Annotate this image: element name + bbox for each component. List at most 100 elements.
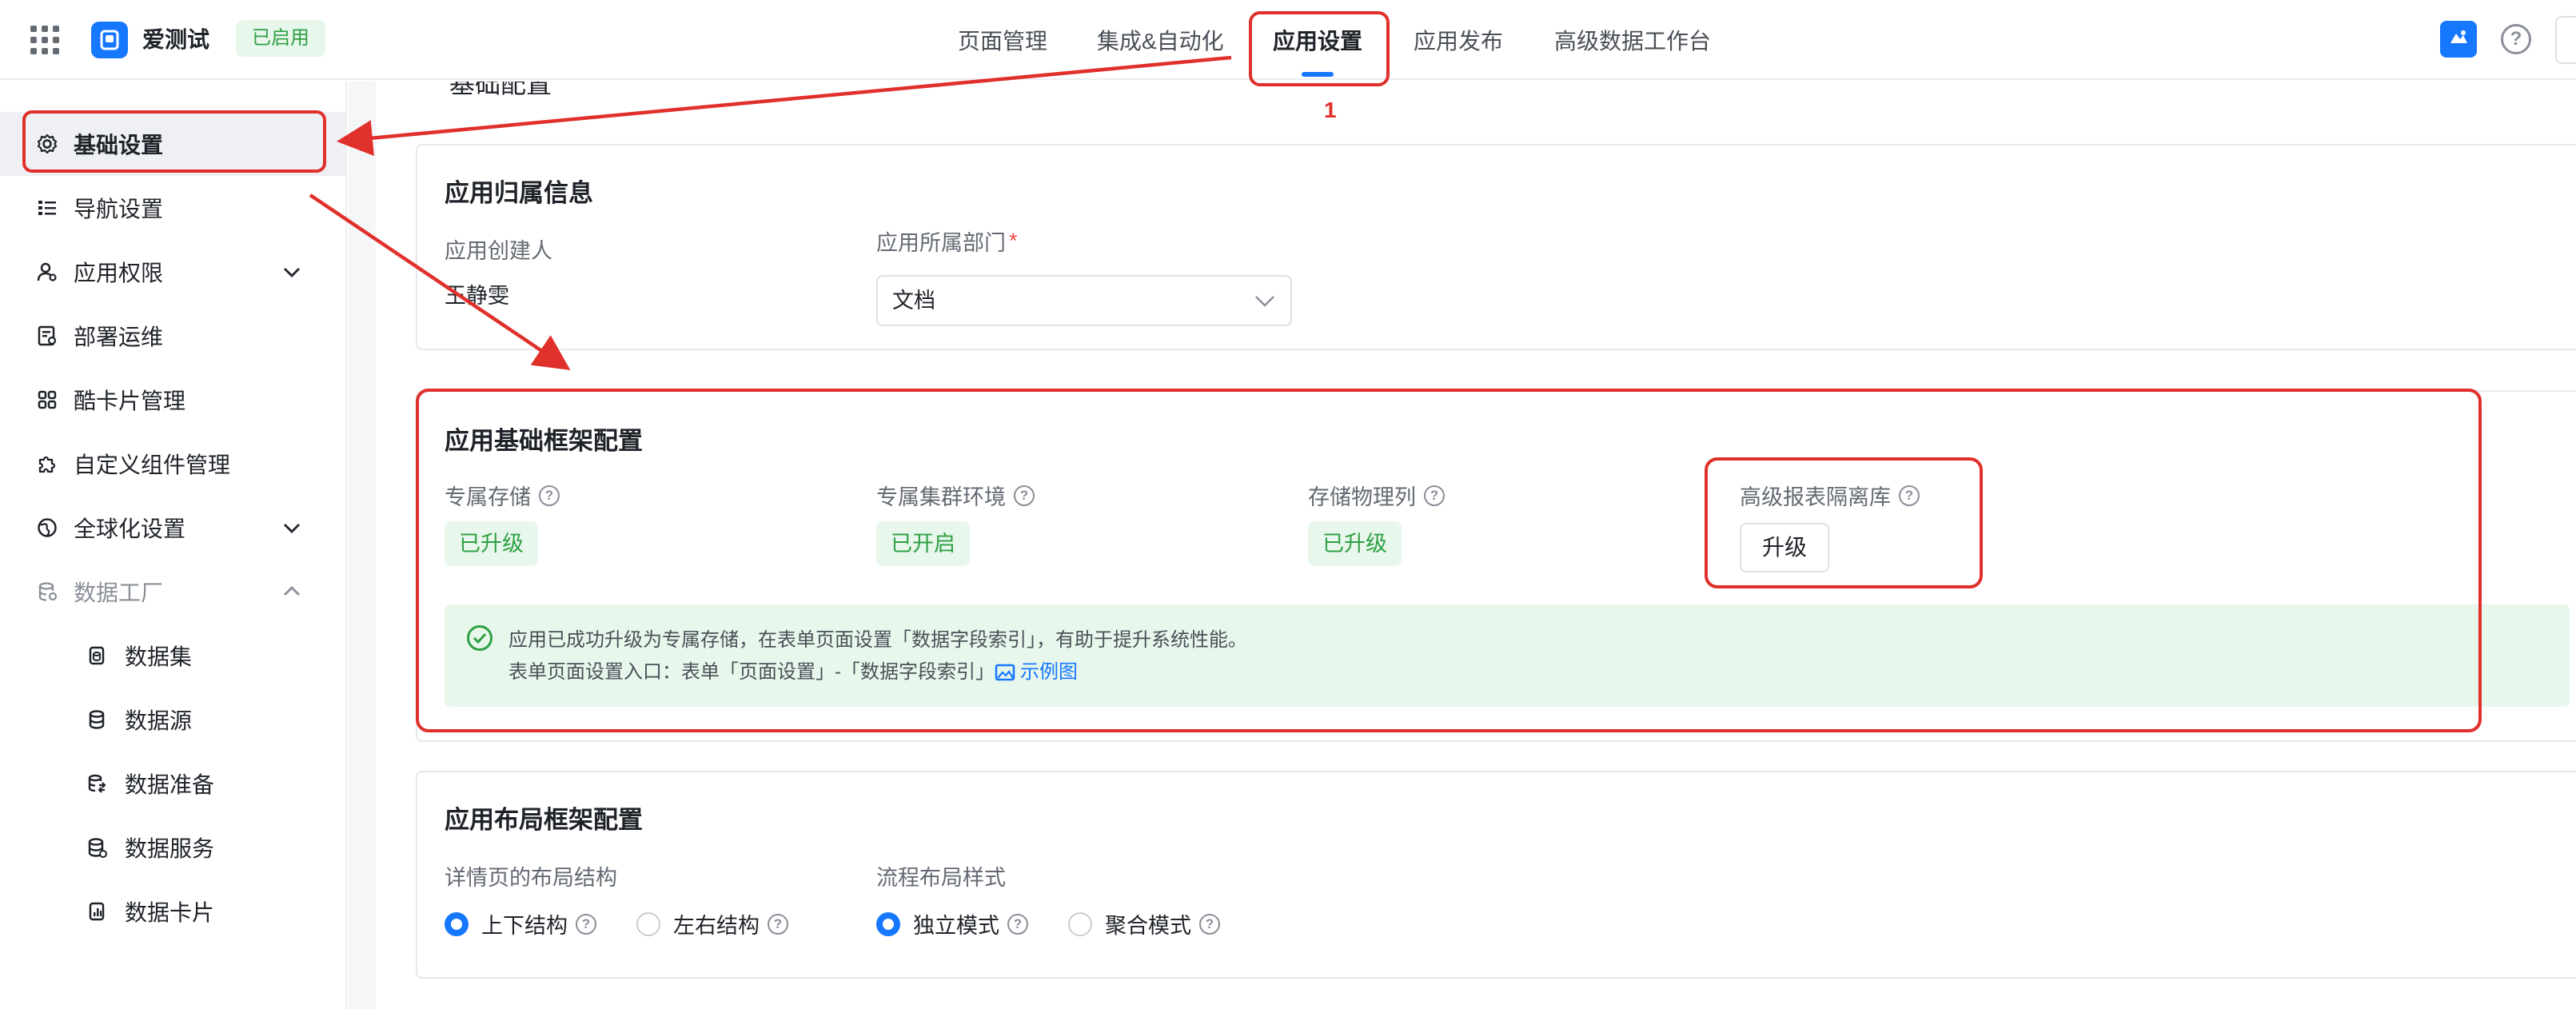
notice-entry-text: 表单页面设置入口：表单「页面设置」-「数据字段索引」 示例图 [508,661,1078,683]
dedicated-storage-label: 专属存储? [445,480,560,511]
physical-columns-label: 存储物理列? [1308,480,1445,511]
creator-label: 应用创建人 [445,239,552,263]
department-label: 应用所属部门 * [876,229,1018,255]
question-icon[interactable]: ? [576,913,596,935]
sidebar-item-custom-component-management[interactable]: 自定义组件管理 [0,432,347,496]
sidebar-item-label: 数据卡片 [125,900,215,925]
sidebar-item-label: 数据集 [125,644,193,669]
dedicated-storage-status: 已升级 [445,521,538,566]
sidebar-item-dataset[interactable]: 数据集 [0,624,347,688]
grid-icon [35,388,59,412]
sidebar-item-label: 数据工厂 [74,580,164,605]
question-icon[interactable]: ? [1007,913,1028,935]
card-title: 应用归属信息 [445,179,593,207]
app-status-badge: 已启用 [236,20,325,57]
apps-grid-icon[interactable] [30,26,59,54]
chevron-down-icon[interactable] [280,516,304,540]
department-select-value: 文档 [892,289,935,313]
sidebar-item-data-preparation[interactable]: 数据准备 [0,752,347,816]
chevron-down-icon[interactable] [280,260,304,284]
sidebar-item-label: 数据服务 [125,836,215,861]
question-icon[interactable]: ? [1014,485,1035,506]
user-menu-button[interactable] [2555,16,2576,64]
sidebar-item-label: 数据源 [125,708,193,733]
database-icon [35,580,59,604]
radio-dot [636,911,660,936]
physical-columns-status: 已升级 [1308,521,1402,566]
chevron-down-icon [1255,296,1274,307]
sidebar-item-datasource[interactable]: 数据源 [0,688,347,752]
tab-app-publish[interactable]: 应用发布 [1414,24,1503,59]
tab-page-management[interactable]: 页面管理 [958,24,1047,59]
radio-independent-mode[interactable]: 独立模式? [876,908,1028,939]
top-bar: 爱测试 已启用 页面管理 集成&自动化 应用设置 应用发布 高级数据工作台 ? [0,0,2576,80]
framework-card: 应用基础框架配置 专属存储? 已升级 专属集群环境? 已开启 存储物理列? 已升… [416,390,2576,742]
globe-icon [35,516,59,540]
gear-icon [35,132,59,156]
assistant-icon[interactable] [2440,21,2477,58]
dedicated-cluster-status: 已开启 [876,521,970,566]
main-content: 基础配置 应用归属信息 应用创建人 王静雯 应用所属部门 * 文档 应用基础框架配… [349,82,2576,1009]
image-icon [995,664,1015,681]
tab-integration-automation[interactable]: 集成&自动化 [1097,24,1224,59]
sidebar-item-deploy-ops[interactable]: 部署运维 [0,304,347,368]
ownership-card: 应用归属信息 应用创建人 王静雯 应用所属部门 * 文档 [416,144,2576,350]
notice-text: 应用已成功升级为专属存储，在表单页面设置「数据字段索引」，有助于提升系统性能。 [508,629,1247,651]
help-icon[interactable]: ? [2501,24,2531,54]
creator-value: 王静雯 [445,284,509,308]
upgrade-success-notice: 应用已成功升级为专属存储，在表单页面设置「数据字段索引」，有助于提升系统性能。 … [445,604,2570,707]
sidebar-item-data-card[interactable]: 数据卡片 [0,879,347,943]
sidebar-item-basic-settings[interactable]: 基础设置 [0,112,347,176]
radio-dot [445,911,469,936]
puzzle-icon [35,452,59,476]
tab-advanced-data-workbench[interactable]: 高级数据工作台 [1554,24,1711,59]
question-icon[interactable]: ? [1199,913,1220,935]
sidebar-item-label: 基础设置 [74,133,164,158]
radio-left-right-structure[interactable]: 左右结构? [636,908,788,939]
chevron-up-icon[interactable] [280,580,304,604]
question-icon[interactable]: ? [1899,485,1920,506]
radio-aggregate-mode[interactable]: 聚合模式? [1068,908,1220,939]
example-image-link[interactable]: 示例图 [995,661,1078,683]
question-icon[interactable]: ? [768,913,788,935]
card-title: 应用布局框架配置 [445,806,643,834]
card-title: 应用基础框架配置 [445,427,643,455]
department-select[interactable]: 文档 [876,275,1292,326]
radio-top-bottom-structure[interactable]: 上下结构? [445,908,596,939]
tab-app-settings[interactable]: 应用设置 [1273,24,1362,59]
sidebar-item-data-service[interactable]: 数据服务 [0,816,347,879]
sidebar-item-label: 全球化设置 [74,516,186,541]
dedicated-cluster-label: 专属集群环境? [876,480,1035,511]
question-icon[interactable]: ? [1424,485,1445,506]
dataset-icon [85,644,109,668]
data-service-icon [85,836,109,859]
data-prep-icon [85,772,109,796]
sidebar-item-label: 导航设置 [74,197,164,221]
check-circle-icon [467,625,492,651]
flow-layout-label: 流程布局样式 [876,866,1006,890]
radio-dot [1068,911,1092,936]
radio-dot [876,911,900,936]
question-icon[interactable]: ? [539,485,560,506]
list-icon [35,196,59,220]
section-title: 基础配置 [449,82,552,98]
app-logo-icon [91,22,128,58]
upgrade-button[interactable]: 升级 [1740,523,1830,572]
sidebar-item-data-factory[interactable]: 数据工厂 [0,560,347,624]
sidebar-item-label: 应用权限 [74,261,164,285]
app-name: 爱测试 [142,27,210,52]
data-card-icon [85,899,109,923]
sidebar-item-navigation-settings[interactable]: 导航设置 [0,176,347,240]
sidebar-item-label: 酷卡片管理 [74,389,186,413]
sidebar-item-label: 部署运维 [74,325,164,349]
report-isolation-label: 高级报表隔离库? [1740,480,1920,511]
sidebar-item-label: 自定义组件管理 [74,453,231,477]
sidebar: 基础设置 导航设置 应用权限 部署运维 酷卡片管理 自定义组件管理 全球化设置 … [0,82,347,1009]
user-lock-icon [35,260,59,284]
active-tab-indicator [1302,72,1334,77]
sidebar-item-globalization-settings[interactable]: 全球化设置 [0,496,347,560]
sidebar-item-app-permissions[interactable]: 应用权限 [0,240,347,304]
layout-card: 应用布局框架配置 详情页的布局结构 上下结构? 左右结构? 流程布局样式 独立模… [416,771,2576,979]
sidebar-item-label: 数据准备 [125,772,215,797]
sidebar-item-cool-card-management[interactable]: 酷卡片管理 [0,368,347,432]
